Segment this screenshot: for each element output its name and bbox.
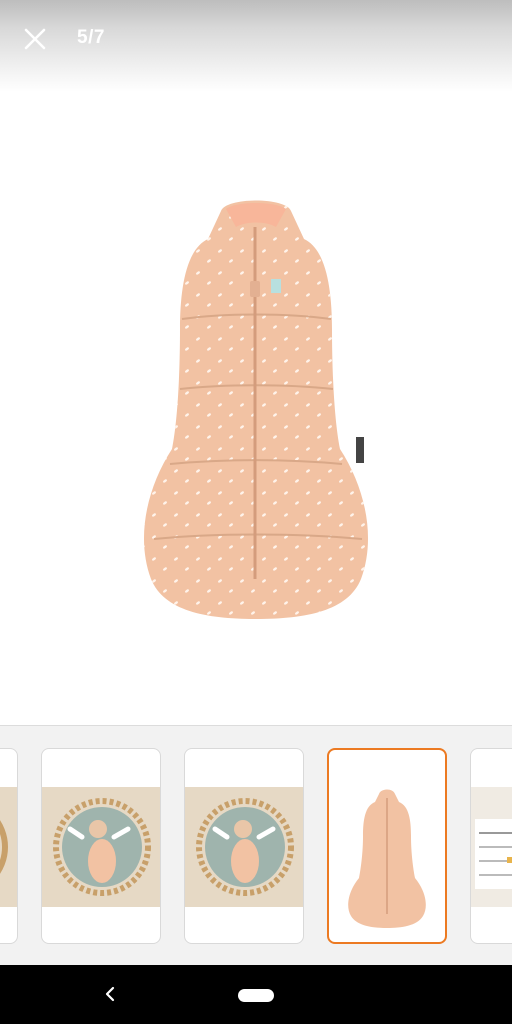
thumbnail-3[interactable]: [41, 748, 161, 944]
close-icon: [24, 28, 46, 50]
thumbnail-6[interactable]: [470, 748, 512, 944]
thumbnail-strip[interactable]: [0, 725, 512, 965]
close-button[interactable]: [18, 22, 52, 56]
thumbnail-2[interactable]: [0, 748, 18, 944]
main-image[interactable]: [0, 92, 512, 725]
back-button[interactable]: [96, 979, 126, 1009]
image-counter: 5/7: [77, 27, 105, 48]
back-chevron-icon: [105, 986, 115, 1002]
header-bar: 5/7: [0, 0, 512, 92]
system-nav-bar: [0, 965, 512, 1024]
sleep-sack-image: [143, 200, 369, 619]
home-pill[interactable]: [238, 989, 274, 1002]
thumbnail-5-selected[interactable]: [327, 748, 447, 944]
thumbnail-4[interactable]: [184, 748, 304, 944]
